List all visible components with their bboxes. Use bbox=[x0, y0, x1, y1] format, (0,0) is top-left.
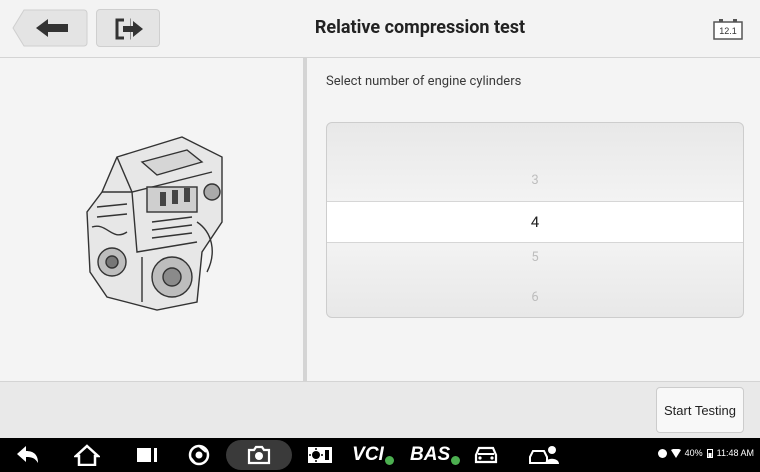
top-toolbar: Relative compression test 12.1 bbox=[0, 0, 760, 58]
exit-icon bbox=[115, 18, 143, 40]
display-brightness-icon[interactable] bbox=[306, 444, 334, 466]
picker-option-5[interactable]: 5 bbox=[327, 250, 743, 265]
vci-icon: VCI bbox=[352, 444, 384, 465]
vci-status-dot bbox=[384, 455, 394, 465]
picker-option-selected[interactable]: 4 bbox=[327, 201, 743, 243]
camera-icon bbox=[247, 445, 271, 465]
cylinder-prompt: Select number of engine cylinders bbox=[326, 74, 522, 89]
wifi-icon bbox=[670, 448, 681, 458]
bas-icon: BAS bbox=[410, 444, 451, 465]
battery-percentage: 40% bbox=[684, 448, 703, 458]
remote-support-icon[interactable] bbox=[528, 444, 560, 466]
bluetooth-icon bbox=[657, 448, 667, 458]
browser-icon[interactable] bbox=[186, 444, 212, 466]
status-area: 40% 11:48 AM bbox=[657, 448, 754, 458]
vci-button[interactable]: VCI bbox=[350, 444, 396, 466]
home-icon[interactable] bbox=[74, 444, 100, 466]
cylinder-picker[interactable]: 3 4 5 6 bbox=[326, 122, 744, 318]
action-bar bbox=[0, 381, 760, 439]
system-nav-bar: VCI BAS 40% 11:48 AM bbox=[0, 438, 760, 472]
bas-button[interactable]: BAS bbox=[410, 444, 460, 466]
clock: 11:48 AM bbox=[716, 448, 754, 458]
exit-button[interactable] bbox=[96, 9, 160, 47]
bas-status-dot bbox=[451, 455, 460, 465]
back-arrow-icon[interactable] bbox=[14, 444, 40, 466]
camera-button[interactable] bbox=[226, 440, 292, 470]
picker-option-6[interactable]: 6 bbox=[327, 290, 743, 305]
battery-voltage-value: 12.1 bbox=[719, 26, 737, 36]
page-title: Relative compression test bbox=[314, 17, 526, 38]
recent-apps-icon[interactable] bbox=[134, 444, 160, 466]
car-icon[interactable] bbox=[472, 444, 500, 466]
battery-voltage-icon: 12.1 bbox=[713, 19, 743, 40]
back-button[interactable] bbox=[12, 9, 88, 47]
battery-icon bbox=[706, 449, 713, 458]
engine-image bbox=[86, 136, 223, 311]
start-testing-button[interactable]: Start Testing bbox=[656, 387, 744, 433]
picker-option-3[interactable]: 3 bbox=[327, 173, 743, 188]
